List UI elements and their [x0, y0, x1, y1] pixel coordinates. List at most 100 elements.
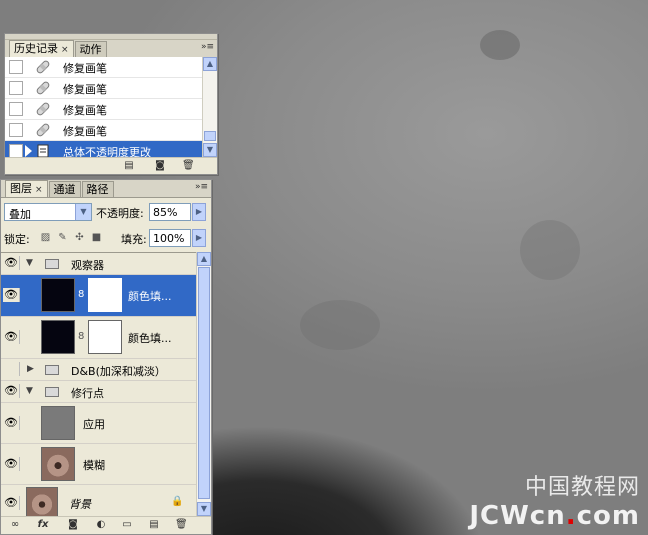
trash-icon[interactable]: 🗑 [175, 519, 188, 530]
layer-row-background[interactable]: 👁 背景 🔒 [1, 485, 197, 517]
fill-value: 100% [153, 232, 185, 245]
history-row-selected[interactable]: 总体不透明度更改 [5, 141, 203, 157]
folder-icon [45, 259, 59, 269]
tab-channels[interactable]: 通道 [48, 181, 81, 197]
new-document-from-state-icon[interactable]: ▤ [123, 160, 135, 171]
layer-row[interactable]: 👁 应用 [1, 403, 197, 444]
history-footer: ▤ ◙ 🗑 [5, 157, 217, 174]
tab-history[interactable]: 历史记录 × [9, 40, 74, 57]
fx-icon[interactable]: fx [37, 519, 49, 530]
healing-brush-icon [36, 123, 50, 137]
new-snapshot-icon[interactable]: ◙ [154, 160, 166, 171]
healing-brush-icon [36, 60, 50, 74]
scroll-thumb[interactable] [204, 131, 216, 141]
snapshot-source-checkbox[interactable] [9, 60, 23, 74]
history-tabs: 历史记录 × 动作 »≡ [5, 40, 217, 58]
tab-actions[interactable]: 动作 [74, 41, 107, 57]
snapshot-source-checkbox[interactable] [9, 81, 23, 95]
layer-row-group[interactable]: 👁 ▼ 修行点 [1, 381, 197, 403]
lock-icon: 🔒 [171, 496, 184, 507]
eye-icon[interactable]: 👁 [3, 256, 20, 270]
snapshot-source-checkbox[interactable] [9, 102, 23, 116]
history-row[interactable]: 修复画笔 [5, 57, 203, 78]
history-label: 修复画笔 [63, 104, 107, 117]
fill-field[interactable]: 100% [149, 229, 191, 247]
lock-transparent-icon[interactable]: ▨ [40, 232, 51, 243]
layer-row-selected[interactable]: 👁 8 颜色填... [1, 275, 197, 317]
folder-icon [45, 365, 59, 375]
lock-brush-icon[interactable]: ✎ [57, 232, 68, 243]
scroll-thumb[interactable] [198, 267, 210, 499]
layer-thumbnail [41, 447, 75, 481]
group-collapse-icon[interactable]: ▶ [27, 364, 34, 374]
eye-icon[interactable]: 👁 [3, 288, 20, 302]
history-label: 修复画笔 [63, 125, 107, 138]
scroll-down-icon[interactable]: ▼ [197, 502, 211, 516]
fill-layer-thumbnail [41, 320, 75, 354]
group-expand-icon[interactable]: ▼ [26, 258, 33, 268]
layer-row-group[interactable]: ▶ D&B(加深和减淡） [1, 359, 197, 381]
layer-mask-thumbnail [88, 278, 122, 312]
new-group-icon[interactable]: ▭ [121, 519, 133, 530]
snapshot-source-checkbox[interactable] [9, 144, 23, 157]
history-label: 总体不透明度更改 [63, 146, 151, 157]
new-layer-icon[interactable]: ▤ [148, 519, 160, 530]
scroll-down-icon[interactable]: ▼ [203, 143, 217, 157]
snapshot-source-checkbox[interactable] [9, 123, 23, 137]
layers-footer: ∞ fx ◙ ◐ ▭ ▤ 🗑 [1, 516, 211, 534]
layer-label: 背景 [69, 498, 91, 511]
eye-off-icon[interactable] [3, 362, 20, 376]
lock-label: 锁定: [4, 233, 30, 246]
opacity-label: 不透明度: [96, 207, 144, 220]
scroll-up-icon[interactable]: ▲ [197, 252, 211, 266]
opacity-value: 85% [153, 206, 178, 219]
history-label: 修复画笔 [63, 83, 107, 96]
group-expand-icon[interactable]: ▼ [26, 386, 33, 396]
tab-layers[interactable]: 图层 × [5, 180, 48, 197]
link-icon[interactable]: 8 [78, 331, 84, 342]
add-mask-icon[interactable]: ◙ [67, 519, 79, 530]
layer-row[interactable]: 👁 模糊 [1, 444, 197, 485]
history-row[interactable]: 修复画笔 [5, 78, 203, 99]
layer-mask-thumbnail [88, 320, 122, 354]
blend-mode-select[interactable]: 叠加 ▼ [4, 203, 92, 221]
layers-scrollbar[interactable]: ▲ ▼ [196, 252, 211, 516]
eye-icon[interactable]: 👁 [3, 457, 20, 471]
eye-icon[interactable]: 👁 [3, 384, 20, 398]
layer-label: 观察器 [71, 259, 104, 272]
layer-list: 👁 ▼ 观察器 👁 8 颜色填... 👁 8 颜色填... ▶ D&B(加深和减… [1, 252, 197, 517]
layer-row[interactable]: 👁 8 颜色填... [1, 317, 197, 359]
tab-paths[interactable]: 路径 [81, 181, 114, 197]
history-row[interactable]: 修复画笔 [5, 99, 203, 120]
layer-thumbnail [41, 406, 75, 440]
layers-panel: 图层 × 通道 路径 »≡ 叠加 ▼ 不透明度: 85% ▶ 锁定: ▨ ✎ ✣ … [0, 179, 212, 535]
eye-icon[interactable]: 👁 [3, 416, 20, 430]
scroll-up-icon[interactable]: ▲ [203, 57, 217, 71]
healing-brush-icon [36, 81, 50, 95]
panel-menu-icon[interactable]: »≡ [195, 182, 208, 192]
panel-menu-icon[interactable]: »≡ [201, 42, 214, 52]
link-layers-icon[interactable]: ∞ [9, 519, 21, 530]
history-row[interactable]: 修复画笔 [5, 120, 203, 141]
blend-mode-value: 叠加 [9, 208, 31, 221]
eye-icon[interactable]: 👁 [3, 496, 20, 510]
history-panel: 历史记录 × 动作 »≡ 修复画笔 修复画笔 修复画笔 修复画笔 总体不透明度更… [4, 33, 218, 175]
history-state-icon [37, 144, 49, 157]
lock-move-icon[interactable]: ✣ [74, 232, 85, 243]
link-icon[interactable]: 8 [78, 289, 84, 300]
history-state-marker [25, 145, 32, 157]
layer-row-group[interactable]: 👁 ▼ 观察器 [1, 253, 197, 275]
trash-icon[interactable]: 🗑 [182, 160, 195, 171]
history-label: 修复画笔 [63, 62, 107, 75]
fill-arrow-icon[interactable]: ▶ [192, 229, 206, 247]
opacity-field[interactable]: 85% [149, 203, 191, 221]
adjustment-layer-icon[interactable]: ◐ [95, 519, 107, 530]
folder-icon [45, 387, 59, 397]
history-list: 修复画笔 修复画笔 修复画笔 修复画笔 总体不透明度更改 [5, 57, 203, 157]
history-scrollbar[interactable]: ▲ ▼ [202, 57, 217, 157]
lock-all-icon[interactable]: ■ [91, 232, 102, 243]
opacity-arrow-icon[interactable]: ▶ [192, 203, 206, 221]
eye-icon[interactable]: 👁 [3, 330, 20, 344]
watermark-cn: 中国教程网 [524, 475, 640, 500]
layer-label: 应用 [83, 418, 105, 431]
